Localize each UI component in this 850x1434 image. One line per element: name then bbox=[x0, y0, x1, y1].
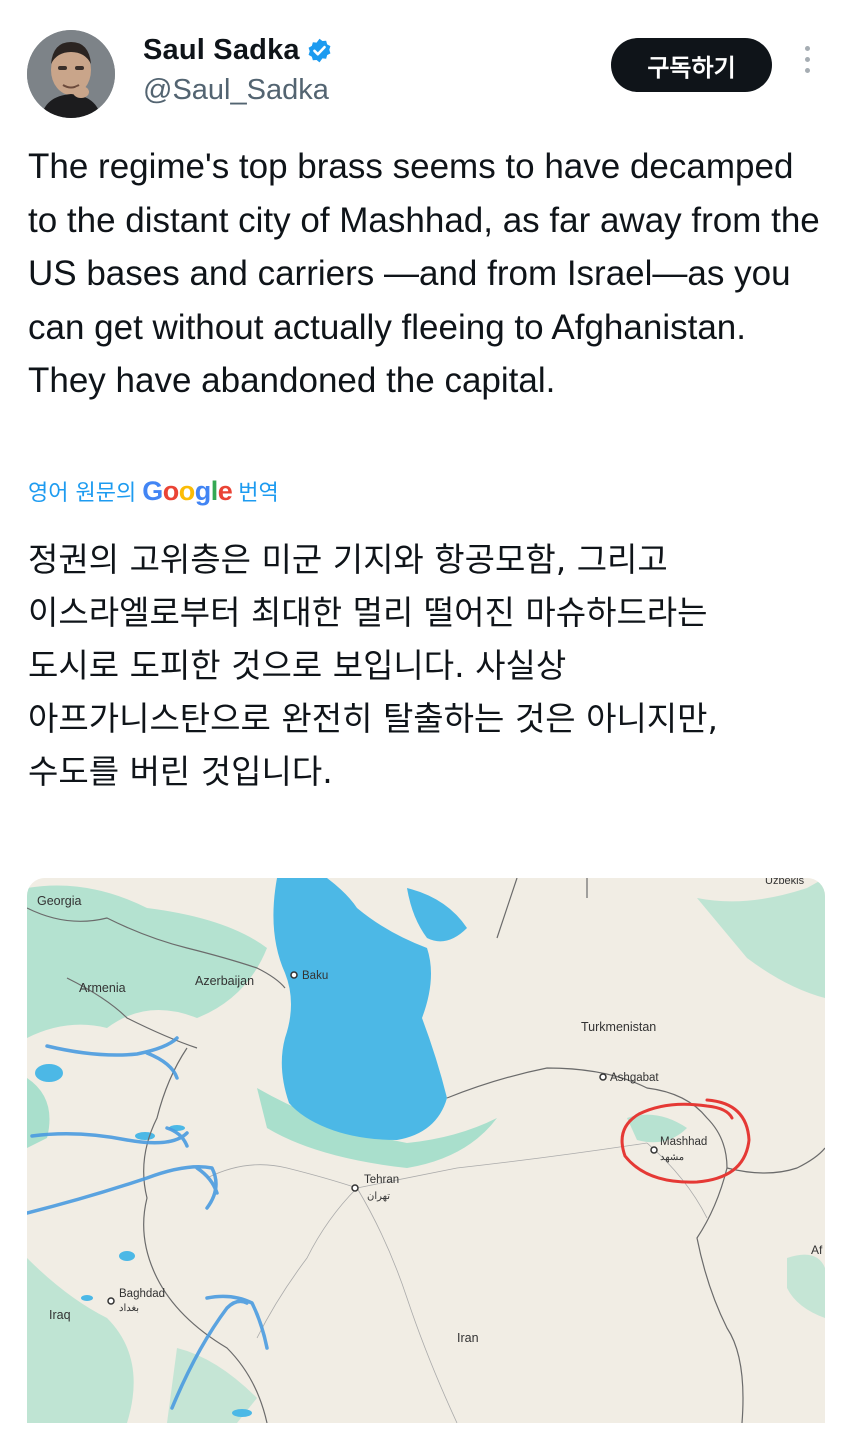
label-afghanistan: Af bbox=[811, 1243, 823, 1257]
translation-suffix: 번역 bbox=[238, 481, 279, 506]
label-iraq: Iraq bbox=[49, 1308, 71, 1322]
tweet-text: The regime's top brass seems to have dec… bbox=[28, 147, 820, 400]
label-armenia: Armenia bbox=[79, 981, 126, 995]
verified-badge-icon bbox=[308, 38, 331, 63]
tweet-header: Saul Sadka @Saul_Sadka 구독하기 bbox=[0, 0, 850, 130]
more-options-icon[interactable] bbox=[797, 46, 817, 82]
author-handle[interactable]: @Saul_Sadka bbox=[143, 74, 329, 107]
label-georgia: Georgia bbox=[37, 894, 82, 908]
label-turkmenistan: Turkmenistan bbox=[581, 1020, 656, 1034]
label-tehran-local: تهران bbox=[367, 1191, 390, 1202]
author-name-row: Saul Sadka bbox=[143, 34, 333, 67]
avatar[interactable] bbox=[27, 30, 115, 118]
avatar-portrait-icon bbox=[27, 30, 115, 118]
label-baghdad-local: بغداد bbox=[119, 1303, 139, 1314]
label-mashhad: Mashhad bbox=[660, 1136, 707, 1148]
label-iran: Iran bbox=[457, 1331, 479, 1345]
label-baghdad: Baghdad bbox=[119, 1288, 165, 1300]
map-graphic: Georgia Armenia Azerbaijan Baku Turkmeni… bbox=[27, 878, 825, 1423]
label-tehran: Tehran bbox=[364, 1174, 399, 1186]
label-mashhad-local: مشهد bbox=[660, 1152, 684, 1163]
translated-text: 정권의 고위층은 미군 기지와 항공모함, 그리고 이스라엘로부터 최대한 멀리… bbox=[28, 540, 719, 791]
label-ashgabat: Ashgabat bbox=[610, 1072, 659, 1084]
translation-prefix: 영어 원문의 bbox=[28, 481, 137, 506]
label-uzbekistan: Uzbekis bbox=[765, 878, 805, 887]
map-image[interactable]: Georgia Armenia Azerbaijan Baku Turkmeni… bbox=[27, 878, 825, 1423]
google-logo: Google bbox=[142, 475, 233, 506]
translation-attribution[interactable]: 영어 원문의 Google 번역 bbox=[28, 475, 279, 507]
label-azerbaijan: Azerbaijan bbox=[195, 974, 254, 988]
subscribe-button[interactable]: 구독하기 bbox=[611, 38, 772, 92]
author-name[interactable]: Saul Sadka bbox=[143, 34, 300, 67]
label-baku: Baku bbox=[302, 970, 328, 982]
